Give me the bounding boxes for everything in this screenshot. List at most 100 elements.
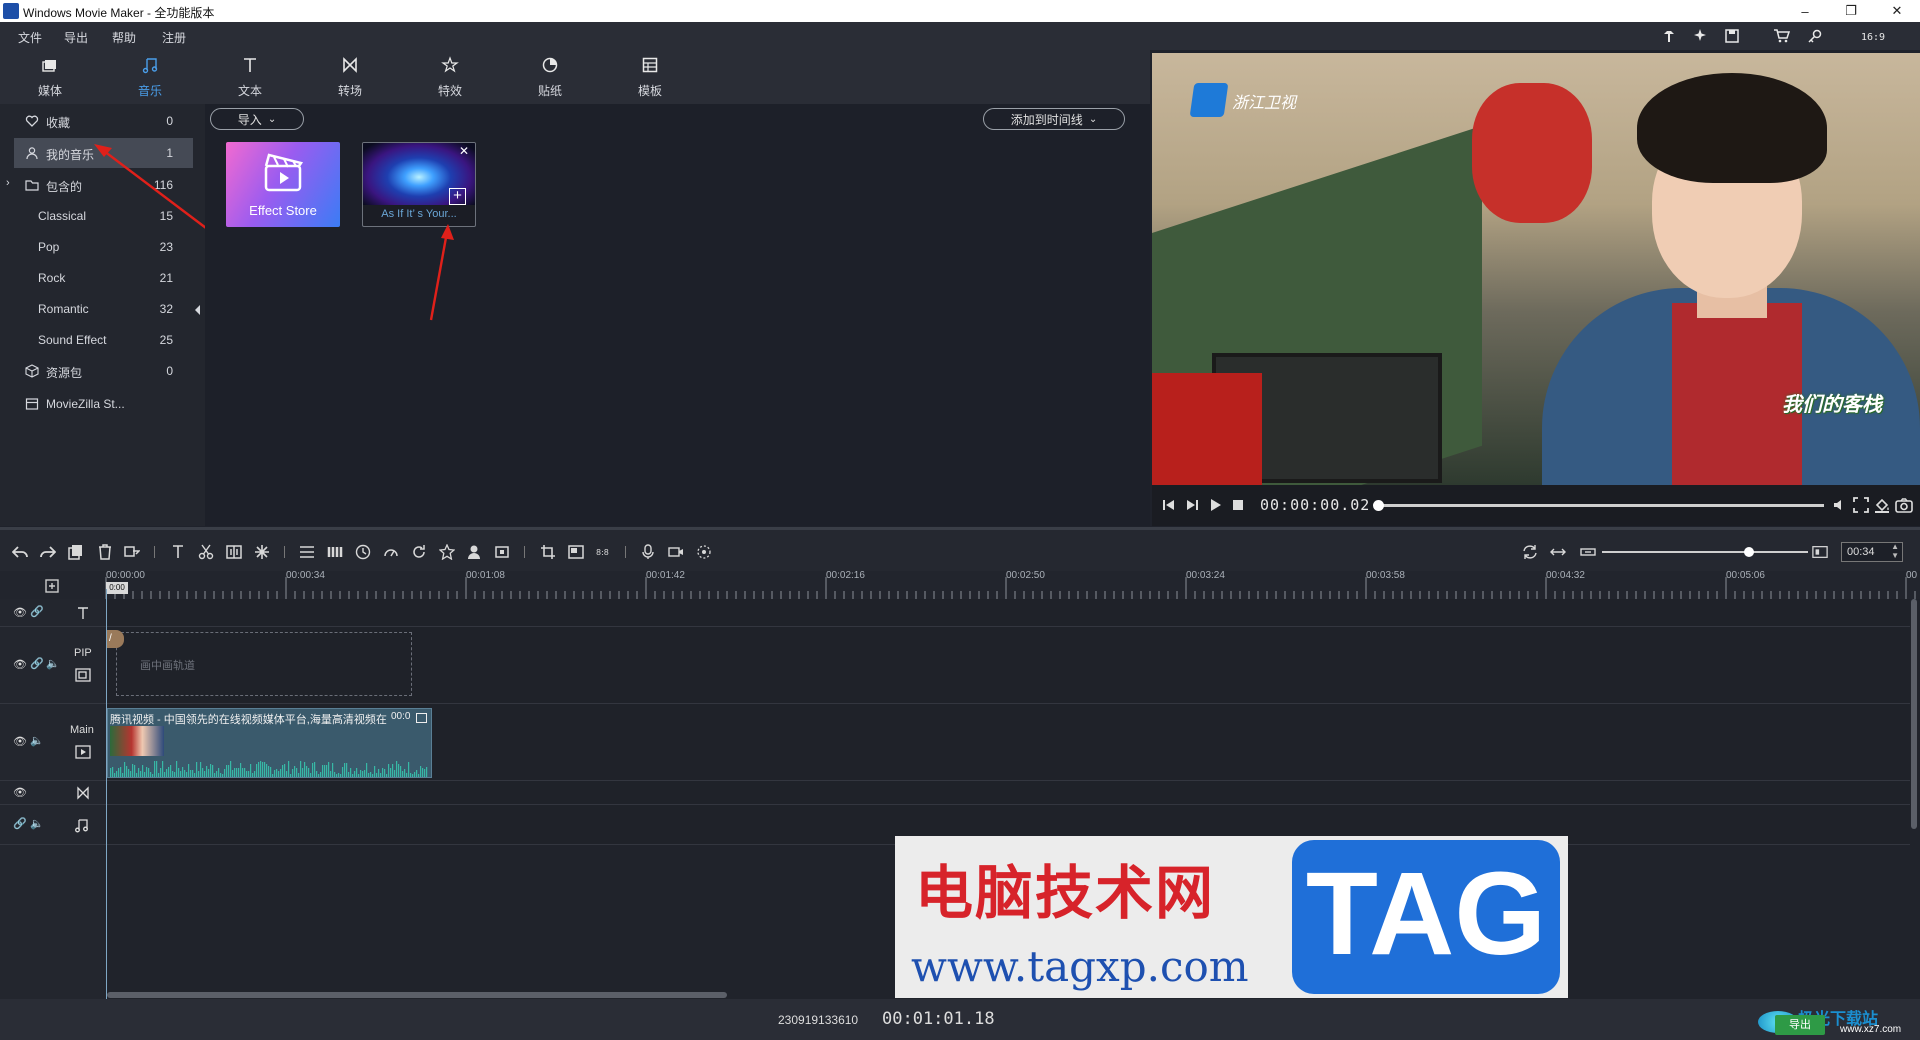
add-icon[interactable]: + bbox=[449, 188, 466, 205]
menu-file[interactable]: 文件 bbox=[18, 29, 42, 46]
menu-register[interactable]: 注册 bbox=[162, 29, 186, 46]
freeze-icon[interactable] bbox=[254, 544, 270, 560]
tab-transition[interactable]: 转场 bbox=[300, 50, 400, 104]
export-button[interactable]: 导出 bbox=[1775, 1015, 1825, 1035]
pip-drop-zone[interactable]: 画中画轨道 bbox=[116, 632, 412, 696]
collapse-sidebar-icon[interactable] bbox=[195, 305, 200, 315]
play-icon[interactable] bbox=[1208, 498, 1222, 512]
link-icon[interactable]: 🔗 bbox=[13, 817, 27, 830]
align-icon[interactable] bbox=[299, 544, 315, 560]
tab-text[interactable]: 文本 bbox=[200, 50, 300, 104]
fit-width-icon[interactable] bbox=[1550, 544, 1566, 560]
person-icon[interactable] bbox=[466, 544, 482, 560]
step-frame-icon[interactable] bbox=[1185, 498, 1199, 512]
cart-icon[interactable] bbox=[1772, 28, 1790, 44]
fullscreen-icon[interactable] bbox=[1853, 497, 1869, 513]
copy-icon[interactable] bbox=[68, 544, 84, 560]
menu-help[interactable]: 帮助 bbox=[112, 29, 136, 46]
text-track[interactable] bbox=[106, 599, 1910, 627]
delete-icon[interactable] bbox=[97, 544, 113, 560]
undo-icon[interactable] bbox=[12, 544, 28, 560]
speaker-icon[interactable]: 🔈 bbox=[46, 657, 60, 670]
playhead-marker[interactable]: / bbox=[106, 630, 124, 648]
audio-bars-icon[interactable] bbox=[327, 544, 343, 560]
volume-icon[interactable] bbox=[1832, 498, 1846, 512]
sidebar-item-pop[interactable]: Pop 23 bbox=[0, 232, 193, 262]
zoom-in-icon[interactable] bbox=[1812, 544, 1828, 560]
crop-icon[interactable] bbox=[540, 544, 556, 560]
music-item-card[interactable]: ✕ + As If It’ s Your... bbox=[362, 142, 476, 227]
horizontal-scrollbar[interactable] bbox=[107, 992, 727, 998]
sidebar-item-moviezilla-store[interactable]: MovieZilla St... bbox=[0, 389, 193, 419]
sidebar-item-rock[interactable]: Rock 21 bbox=[0, 263, 193, 293]
zoom-value-field[interactable]: 00:34 ▲ ▼ bbox=[1841, 542, 1903, 562]
link-icon[interactable]: 🔗 bbox=[30, 657, 44, 670]
snapshot-camera-icon[interactable] bbox=[1895, 497, 1913, 513]
speaker-icon[interactable]: 🔈 bbox=[30, 734, 44, 747]
save-icon[interactable] bbox=[1723, 28, 1741, 44]
link-icon[interactable]: 🔗 bbox=[30, 605, 44, 618]
sparkle-icon[interactable] bbox=[1691, 28, 1709, 44]
rotate-icon[interactable] bbox=[411, 544, 427, 560]
video-preview[interactable]: 浙江卫视 我们的客栈 bbox=[1152, 53, 1920, 485]
effect-store-card[interactable]: Effect Store bbox=[226, 142, 340, 227]
sidebar-item-sound-effect[interactable]: Sound Effect 25 bbox=[0, 325, 193, 355]
zoom-slider-track[interactable] bbox=[1602, 551, 1808, 553]
text-tool-icon[interactable] bbox=[170, 544, 186, 560]
clip-menu-icon[interactable] bbox=[416, 713, 427, 723]
menu-export[interactable]: 导出 bbox=[64, 29, 88, 46]
tab-effect[interactable]: 特效 bbox=[400, 50, 500, 104]
stepper-icon[interactable]: ▲ ▼ bbox=[1891, 542, 1899, 560]
clock-icon[interactable] bbox=[355, 544, 371, 560]
sidebar-item-romantic[interactable]: Romantic 32 bbox=[0, 294, 193, 324]
sidebar-item-favorites[interactable]: 收藏 0 bbox=[0, 106, 193, 136]
minimize-button[interactable]: – bbox=[1782, 0, 1828, 22]
stop-icon[interactable] bbox=[1232, 499, 1244, 511]
tab-template[interactable]: 模板 bbox=[600, 50, 700, 104]
crop-frame-icon[interactable] bbox=[494, 544, 510, 560]
playhead-line[interactable] bbox=[106, 589, 107, 999]
main-clip[interactable]: 腾讯视频 - 中国领先的在线视频媒体平台,海量高清视频在 00:0 bbox=[107, 708, 432, 778]
microphone-icon[interactable] bbox=[640, 544, 656, 560]
speed-icon[interactable] bbox=[383, 544, 399, 560]
eye-icon[interactable]: 👁 bbox=[13, 658, 27, 671]
zoom-slider-handle[interactable] bbox=[1744, 547, 1754, 557]
close-icon[interactable]: ✕ bbox=[459, 144, 469, 158]
preview-progress-handle[interactable] bbox=[1373, 500, 1384, 511]
import-button[interactable]: 导入 ⌄ bbox=[210, 108, 304, 130]
replace-icon[interactable] bbox=[124, 544, 140, 560]
sidebar-item-package[interactable]: 资源包 0 bbox=[0, 356, 193, 386]
restore-button[interactable]: ❐ bbox=[1828, 0, 1874, 22]
redo-icon[interactable] bbox=[40, 544, 56, 560]
speaker-icon[interactable]: 🔈 bbox=[30, 817, 44, 830]
camera-record-icon[interactable] bbox=[668, 544, 684, 560]
picture-in-picture-icon[interactable] bbox=[568, 544, 584, 560]
add-to-timeline-button[interactable]: 添加到时间线 ⌄ bbox=[983, 108, 1125, 130]
tab-sticker[interactable]: 贴纸 bbox=[500, 50, 600, 104]
star-icon[interactable] bbox=[439, 544, 455, 560]
split-icon[interactable] bbox=[226, 544, 242, 560]
vertical-scrollbar[interactable] bbox=[1911, 599, 1917, 829]
mosaic-icon[interactable]: 8:8 bbox=[596, 544, 612, 560]
tab-media[interactable]: 媒体 bbox=[0, 50, 100, 104]
preview-progress-track[interactable] bbox=[1378, 504, 1824, 507]
playhead-label[interactable]: 0:00 bbox=[106, 582, 128, 594]
refresh-icon[interactable] bbox=[1522, 544, 1538, 560]
eye-icon[interactable]: 👁 bbox=[13, 606, 27, 619]
aspect-ratio-icon[interactable]: 16:9 bbox=[1860, 28, 1886, 44]
timeline-ruler[interactable]: 00:00:00 00:00:34 00:01:08 00:01:42 00:02:16… bbox=[0, 570, 1920, 599]
tab-music[interactable]: 音乐 bbox=[100, 50, 200, 104]
chevron-right-icon[interactable]: › bbox=[6, 177, 10, 189]
eye-icon[interactable]: 👁 bbox=[13, 735, 27, 748]
paint-bucket-icon[interactable] bbox=[1874, 497, 1890, 513]
scissors-icon[interactable] bbox=[198, 544, 214, 560]
key-icon[interactable] bbox=[1806, 28, 1824, 44]
pin-icon[interactable] bbox=[1660, 28, 1678, 44]
skip-start-icon[interactable] bbox=[1162, 498, 1176, 512]
screen-record-icon[interactable] bbox=[696, 544, 712, 560]
eye-icon[interactable]: 👁 bbox=[13, 786, 27, 799]
pip-track[interactable]: 画中画轨道 / bbox=[106, 627, 1910, 704]
close-button[interactable]: ✕ bbox=[1874, 0, 1920, 22]
main-track[interactable]: 腾讯视频 - 中国领先的在线视频媒体平台,海量高清视频在 00:0 bbox=[106, 704, 1910, 781]
transition-track[interactable] bbox=[106, 781, 1910, 805]
